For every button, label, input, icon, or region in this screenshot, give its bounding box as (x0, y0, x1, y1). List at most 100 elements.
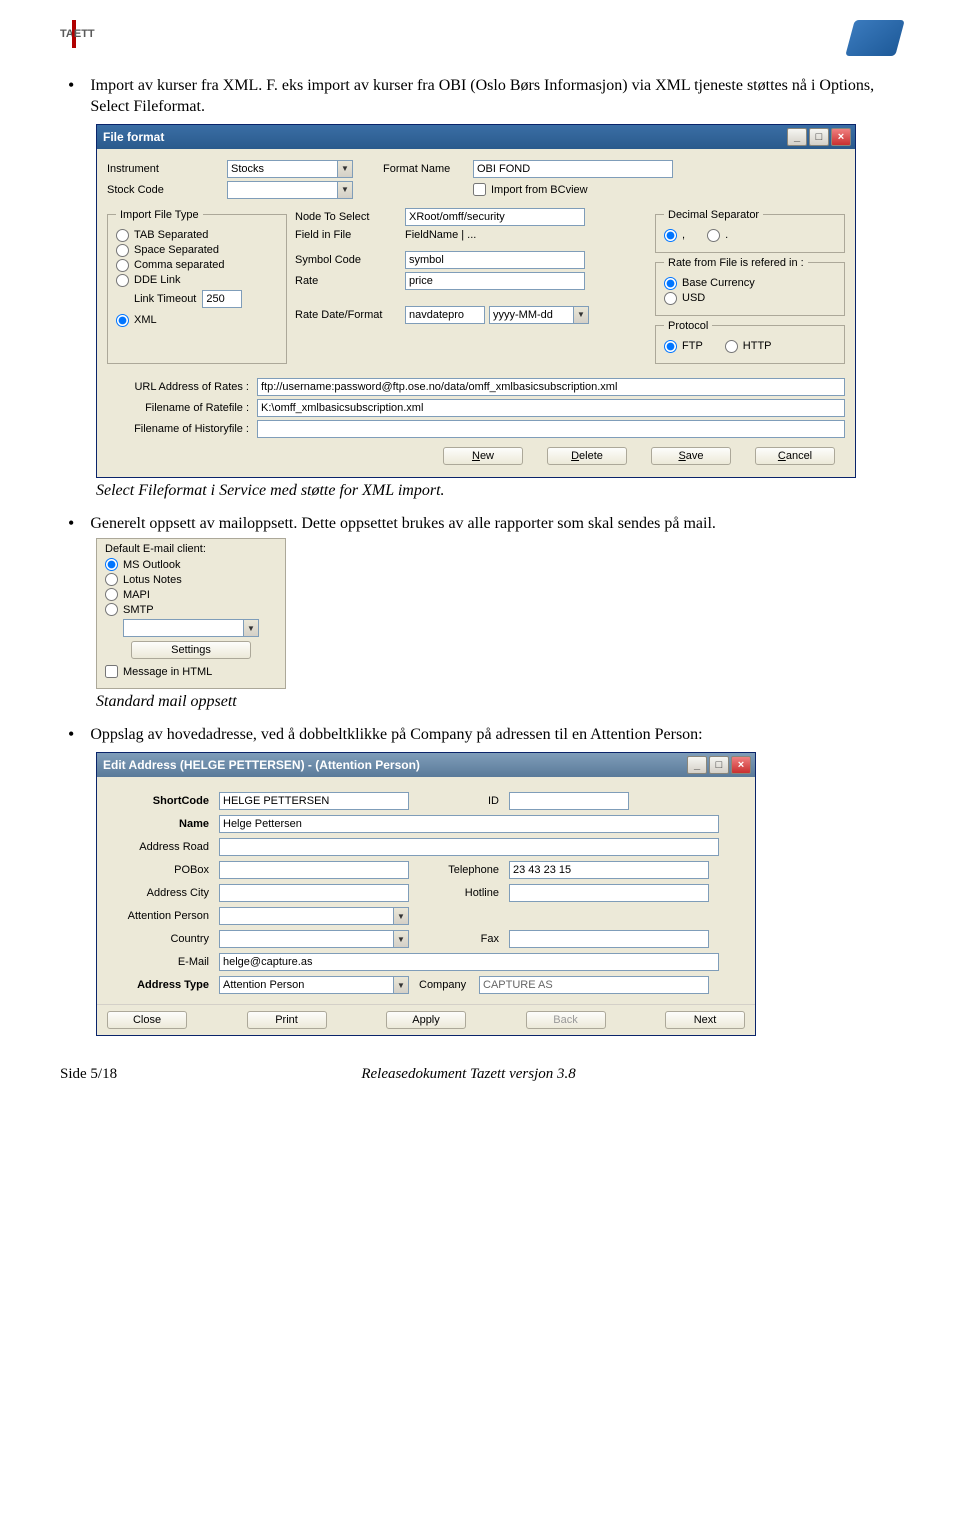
road-input[interactable] (219, 838, 719, 856)
close-button[interactable]: × (831, 128, 851, 146)
link-timeout-label: Link Timeout (134, 293, 196, 305)
email-label: E-Mail (109, 956, 219, 968)
bullet-1: • Import av kurser fra XML. F. eks impor… (68, 76, 900, 118)
radio-http[interactable] (725, 340, 738, 353)
history-input[interactable] (257, 420, 845, 438)
symbol-input[interactable] (405, 251, 585, 269)
minimize-button[interactable]: _ (787, 128, 807, 146)
ratedate-input2[interactable] (489, 306, 573, 324)
rate-input[interactable] (405, 272, 585, 290)
id-input[interactable] (509, 792, 629, 810)
radio-base-currency[interactable] (664, 277, 677, 290)
radio-comma-sep[interactable] (664, 229, 677, 242)
hotline-input[interactable] (509, 884, 709, 902)
radio-dot-sep[interactable] (707, 229, 720, 242)
country-combo[interactable] (219, 930, 393, 948)
radio-comma[interactable] (116, 259, 129, 272)
chevron-down-icon[interactable]: ▼ (393, 976, 409, 994)
apply-btn[interactable]: Apply (386, 1011, 466, 1029)
ratedate-label: Rate Date/Format (295, 309, 405, 321)
radio-usd[interactable] (664, 292, 677, 305)
chevron-down-icon[interactable]: ▼ (573, 306, 589, 324)
attn-combo[interactable] (219, 907, 393, 925)
radio-outlook[interactable] (105, 558, 118, 571)
email-client-panel: Default E-mail client: MS Outlook Lotus … (96, 538, 286, 689)
ratedate-input1[interactable] (405, 306, 485, 324)
message-html-checkbox[interactable] (105, 665, 118, 678)
import-bcview-checkbox[interactable] (473, 183, 486, 196)
radio-space[interactable] (116, 244, 129, 257)
footer-page: Side 5/18 (60, 1066, 117, 1083)
link-timeout-input[interactable] (202, 290, 242, 308)
filename-input[interactable] (257, 399, 845, 417)
chevron-down-icon[interactable]: ▼ (393, 930, 409, 948)
maximize-button[interactable]: □ (809, 128, 829, 146)
para-3-text: Oppslag av hovedadresse, ved å dobbeltkl… (90, 725, 900, 746)
radio-ftp[interactable] (664, 340, 677, 353)
city-label: Address City (109, 887, 219, 899)
close-button[interactable]: × (731, 756, 751, 774)
smtp-combo[interactable] (123, 619, 243, 637)
shortcode-input[interactable] (219, 792, 409, 810)
bullet-2: • Generelt oppsett av mailoppsett. Dette… (68, 514, 900, 535)
fieldinfile-label: Field in File (295, 229, 405, 241)
shortcode-label: ShortCode (109, 795, 219, 807)
attn-label: Attention Person (109, 910, 219, 922)
name-label: Name (109, 818, 219, 830)
radio-tab[interactable] (116, 229, 129, 242)
radio-dde[interactable] (116, 274, 129, 287)
telephone-label: Telephone (409, 864, 509, 876)
edit-address-dialog: Edit Address (HELGE PETTERSEN) - (Attent… (96, 752, 756, 1036)
close-btn[interactable]: Close (107, 1011, 187, 1029)
save-button[interactable]: Save (651, 447, 731, 465)
chevron-down-icon[interactable]: ▼ (393, 907, 409, 925)
settings-button[interactable]: Settings (131, 641, 251, 659)
print-btn[interactable]: Print (247, 1011, 327, 1029)
addrtype-combo[interactable] (219, 976, 393, 994)
url-input[interactable] (257, 378, 845, 396)
caption-1: Select Fileformat i Service med støtte f… (96, 482, 900, 500)
instrument-combo[interactable] (227, 160, 337, 178)
logo-tazett: TAETT (60, 20, 95, 48)
pobox-label: POBox (109, 864, 219, 876)
filename-label: Filename of Ratefile : (107, 402, 257, 414)
new-button[interactable]: New (443, 447, 523, 465)
id-label: ID (409, 795, 509, 807)
hotline-label: Hotline (409, 887, 509, 899)
footer-title: Releasedokument Tazett versjon 3.8 (117, 1066, 820, 1083)
pobox-input[interactable] (219, 861, 409, 879)
url-label: URL Address of Rates : (107, 381, 257, 393)
company-input[interactable] (479, 976, 709, 994)
rate-label: Rate (295, 275, 405, 287)
minimize-button[interactable]: _ (687, 756, 707, 774)
cancel-button[interactable]: Cancel (755, 447, 835, 465)
formatname-input[interactable] (473, 160, 673, 178)
node-input[interactable] (405, 208, 585, 226)
symbol-label: Symbol Code (295, 254, 405, 266)
chevron-down-icon[interactable]: ▼ (337, 160, 353, 178)
fax-input[interactable] (509, 930, 709, 948)
radio-mapi[interactable] (105, 588, 118, 601)
telephone-input[interactable] (509, 861, 709, 879)
road-label: Address Road (109, 841, 219, 853)
delete-button[interactable]: Delete (547, 447, 627, 465)
decimal-legend: Decimal Separator (664, 209, 763, 221)
email-input[interactable] (219, 953, 719, 971)
chevron-down-icon[interactable]: ▼ (243, 619, 259, 637)
stockcode-label: Stock Code (107, 184, 227, 196)
file-format-dialog: File format _ □ × Instrument ▼ Format Na… (96, 124, 856, 478)
address-title: Edit Address (HELGE PETTERSEN) - (Attent… (103, 758, 420, 772)
radio-smtp[interactable] (105, 603, 118, 616)
message-html-label: Message in HTML (123, 666, 212, 678)
stockcode-combo[interactable] (227, 181, 337, 199)
maximize-button[interactable]: □ (709, 756, 729, 774)
caption-2: Standard mail oppsett (96, 693, 900, 711)
name-input[interactable] (219, 815, 719, 833)
radio-xml[interactable] (116, 314, 129, 327)
instrument-label: Instrument (107, 163, 227, 175)
radio-lotus[interactable] (105, 573, 118, 586)
city-input[interactable] (219, 884, 409, 902)
back-btn: Back (526, 1011, 606, 1029)
chevron-down-icon[interactable]: ▼ (337, 181, 353, 199)
next-btn[interactable]: Next (665, 1011, 745, 1029)
